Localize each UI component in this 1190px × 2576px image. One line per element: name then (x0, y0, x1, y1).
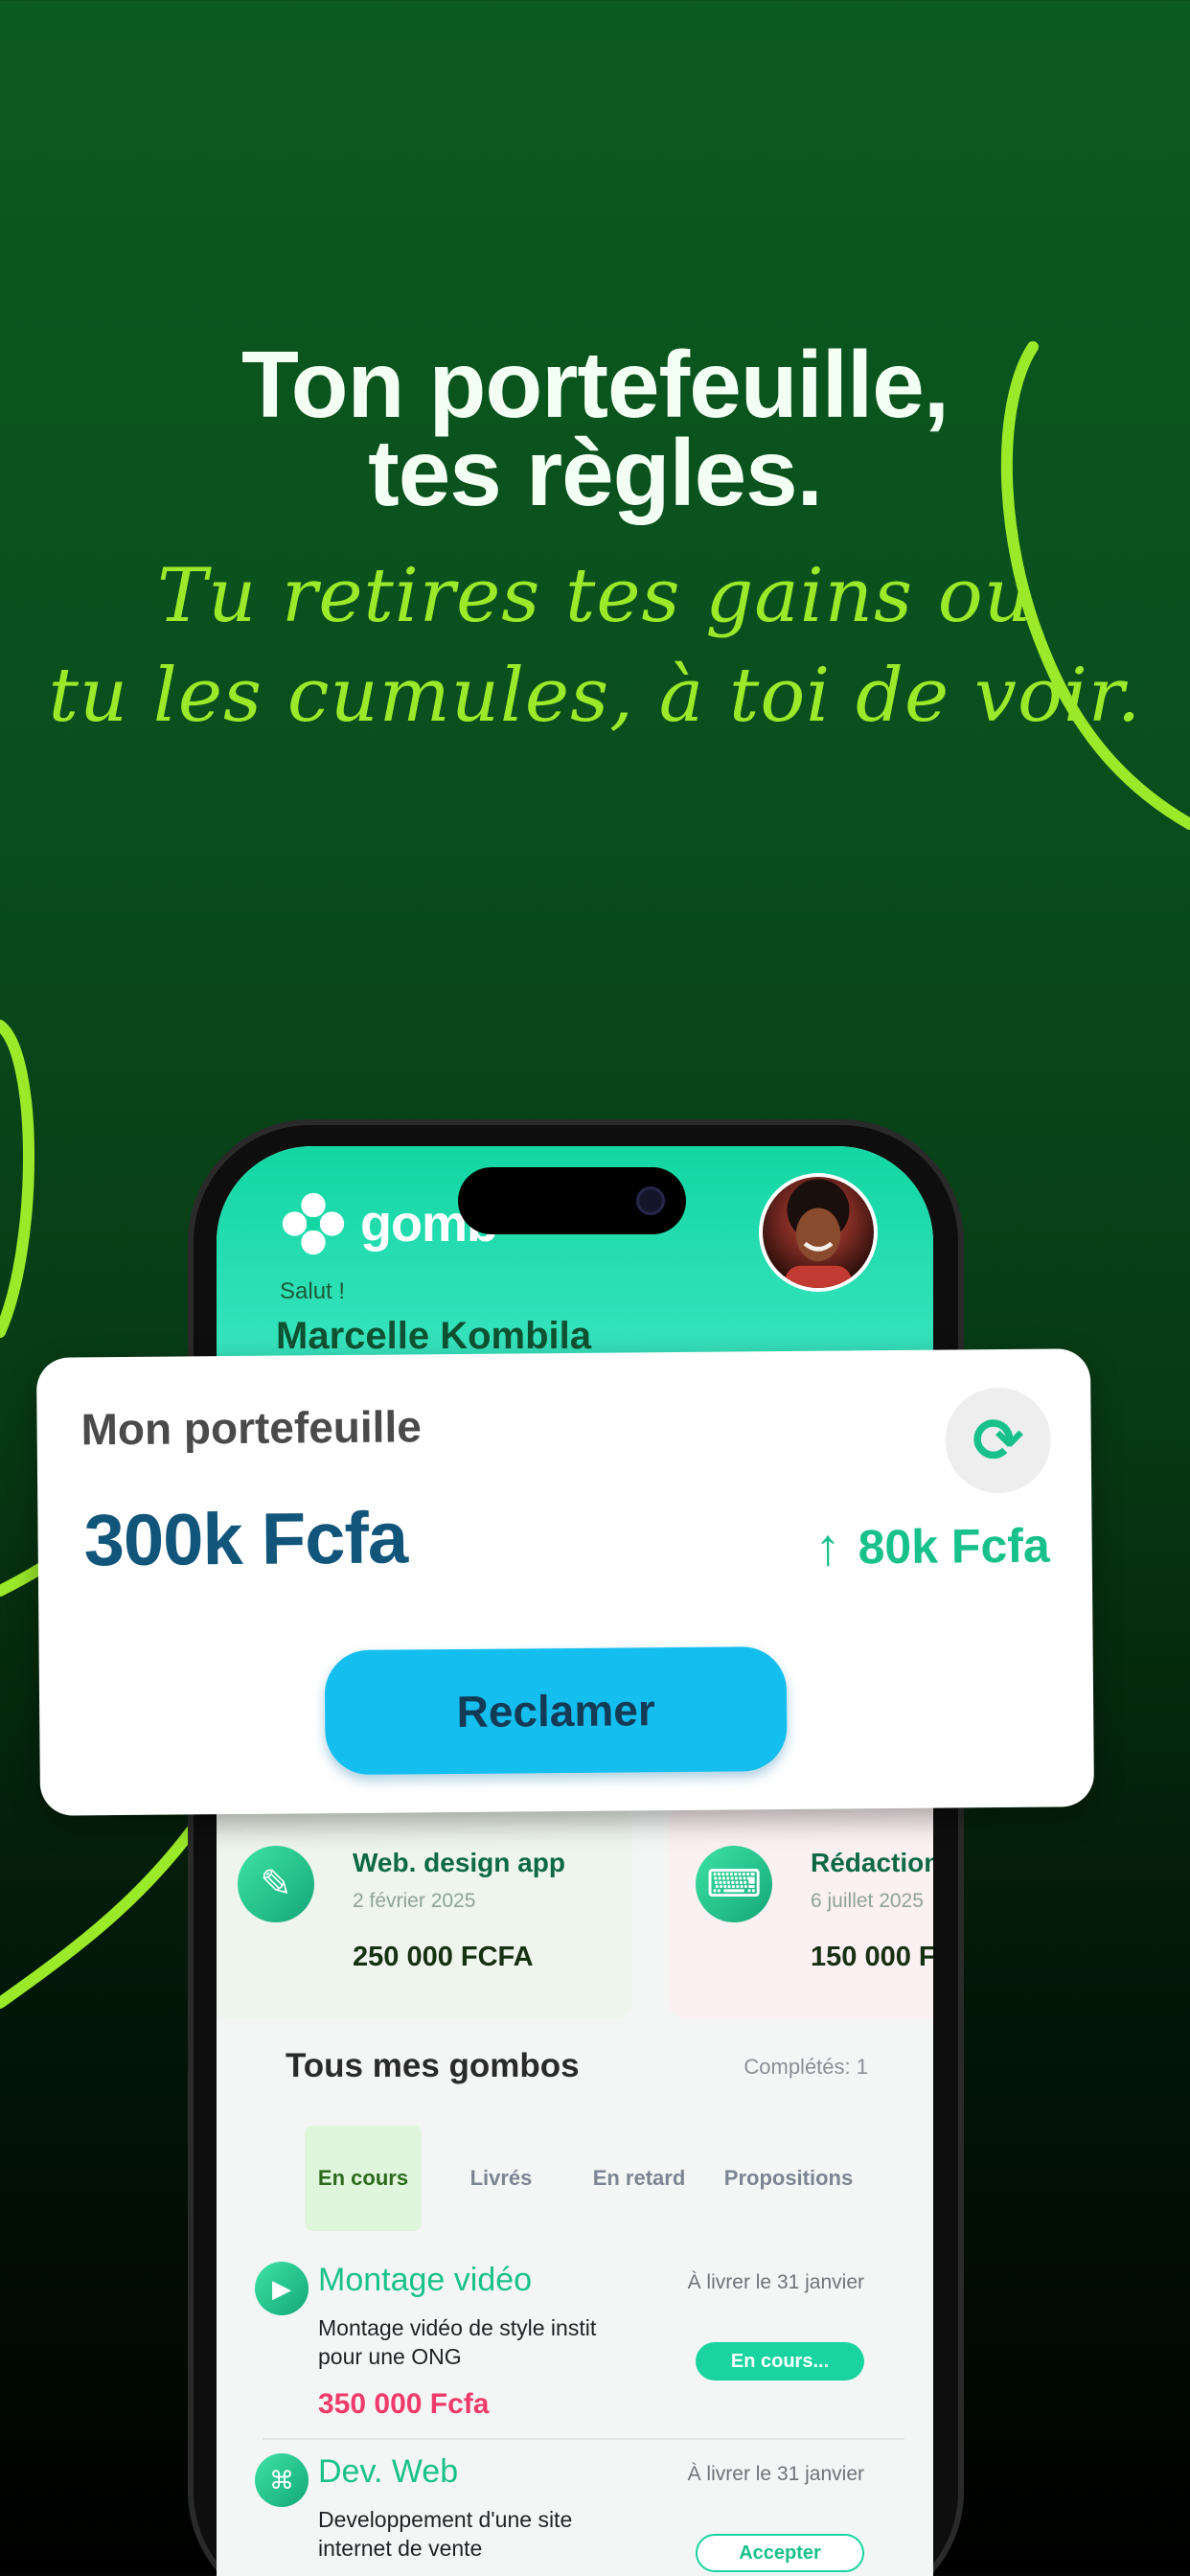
task-price: 350 000 Fcfa (318, 2388, 490, 2420)
promo-tagline-line-1: Tu retires tes gains ou (156, 553, 1034, 639)
user-name: Marcelle Kombila (276, 1315, 592, 1357)
promo-headline: Ton portefeuille, tes règles. (0, 332, 1190, 525)
list-item[interactable]: ⌘ Dev. Web À livrer le 31 janvier Develo… (255, 2453, 897, 2576)
stat-amount: 250 000 FCFA (353, 1942, 534, 1972)
tab-en-cours[interactable]: En cours (305, 2126, 422, 2231)
laptop-user-icon: ⌨ (696, 1846, 772, 1922)
greeting: Salut ! (280, 1278, 346, 1304)
tab-propositions[interactable]: Propositions (707, 2126, 870, 2231)
tab-livres[interactable]: Livrés (448, 2126, 554, 2231)
arrow-up-icon: ↑ (814, 1518, 841, 1576)
wallet-title: Mon portefeuille (80, 1401, 423, 1455)
wallet-card: Mon portefeuille ⟳ 300k Fcfa ↑ 80k Fcfa … (35, 1348, 1095, 1816)
claim-button[interactable]: Reclamer (324, 1645, 788, 1776)
divider (263, 2438, 904, 2440)
profile-photo-icon (785, 1179, 852, 1288)
stat-date: 6 juillet 2025 (811, 1890, 924, 1912)
section-title: Tous mes gombos (286, 2047, 580, 2084)
task-due-date: À livrer le 31 janvier (687, 2271, 864, 2293)
video-edit-icon: ▶ (255, 2262, 309, 2315)
task-title: Dev. Web (318, 2453, 459, 2490)
promo-headline-line-2: tes règles. (368, 420, 823, 525)
front-camera-icon (636, 1186, 665, 1215)
task-status-button[interactable]: En cours... (696, 2342, 864, 2380)
list-item[interactable]: ▶ Montage vidéo À livrer le 31 janvier M… (255, 2262, 897, 2434)
tab-en-retard[interactable]: En retard (577, 2126, 701, 2231)
stat-amount: 150 000 F (811, 1942, 933, 1972)
flower-logo-icon (282, 1192, 345, 1255)
gombo-tabs: En cours Livrés En retard Propositions (305, 2126, 889, 2231)
promo-headline-line-1: Ton portefeuille, (241, 332, 950, 437)
promo-tagline-line-2: tu les cumules, à toi de voir. (48, 653, 1142, 739)
refresh-button[interactable]: ⟳ (945, 1387, 1052, 1494)
completed-count: Complétés: 1 (744, 2055, 868, 2079)
avatar-photo (763, 1177, 874, 1288)
task-description: Montage vidéo de style instit pour une O… (318, 2315, 597, 2369)
dynamic-island (458, 1167, 686, 1234)
task-due-date: À livrer le 31 janvier (687, 2463, 864, 2485)
pen-tool-icon: ✎ (238, 1846, 314, 1922)
refresh-icon: ⟳ (972, 1405, 1024, 1475)
stat-card-redaction[interactable]: ⌨ Rédaction 6 juillet 2025 150 000 F (669, 1807, 933, 2018)
wallet-gain: ↑ 80k Fcfa (814, 1516, 1050, 1577)
task-title: Montage vidéo (318, 2262, 533, 2298)
promo-tagline: Tu retires tes gains ou tu les cumules, … (0, 546, 1190, 746)
accept-button[interactable]: Accepter (696, 2534, 864, 2572)
wallet-balance: 300k Fcfa (83, 1497, 408, 1582)
code-window-icon: ⌘ (255, 2453, 309, 2507)
stat-title: Rédaction (811, 1848, 933, 1877)
stat-title: Web. design app (353, 1848, 565, 1877)
stat-card-web-design[interactable]: ✎ Web. design app 2 février 2025 250 000… (217, 1807, 632, 2018)
task-description: Developpement d'une site internet de ven… (318, 2507, 573, 2561)
wallet-gain-value: 80k Fcfa (858, 1518, 1050, 1575)
avatar[interactable] (759, 1173, 878, 1292)
stat-date: 2 février 2025 (353, 1890, 476, 1912)
